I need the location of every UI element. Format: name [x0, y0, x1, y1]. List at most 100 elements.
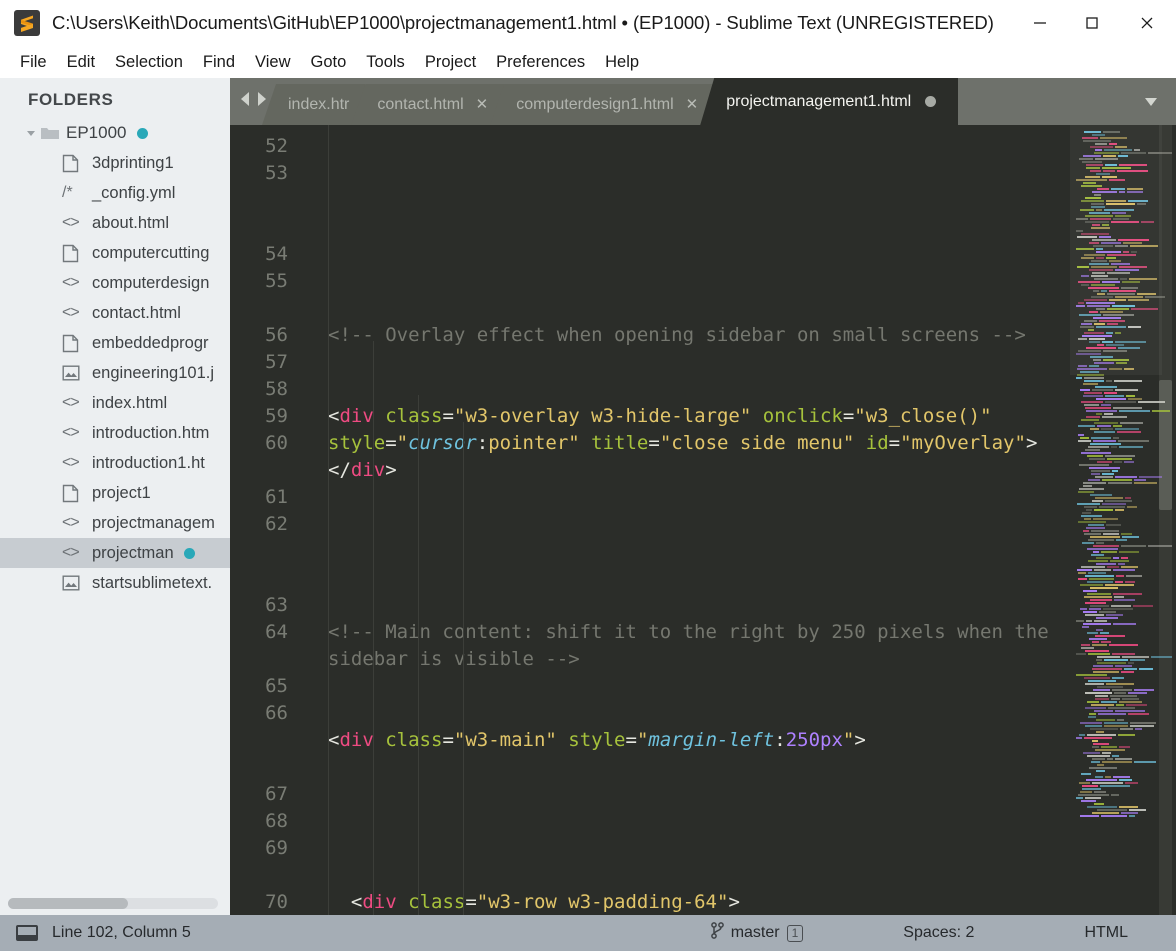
minimap-line [1076, 236, 1172, 238]
sidebar-file-item[interactable]: <> introduction.htm [0, 418, 230, 448]
sidebar-file-item[interactable]: engineering101.j [0, 358, 230, 388]
menu-file[interactable]: File [10, 51, 57, 74]
minimap-line [1076, 497, 1172, 499]
minimap-line [1076, 809, 1172, 811]
sidebar-file-label: about.html [92, 213, 170, 232]
sidebar-file-item[interactable]: <> about.html [0, 208, 230, 238]
menu-find[interactable]: Find [193, 51, 245, 74]
sidebar-file-item[interactable]: embeddedprogr [0, 328, 230, 358]
minimap-line [1076, 722, 1172, 724]
sidebar-file-item[interactable]: <> introduction1.ht [0, 448, 230, 478]
image-icon [62, 575, 90, 591]
minimap-line [1076, 194, 1172, 196]
minimap-line [1076, 221, 1172, 223]
tab-prev-icon[interactable] [238, 90, 252, 113]
sidebar-folder-ep1000[interactable]: EP1000 [0, 118, 230, 148]
syntax-mode[interactable]: HTML [1084, 924, 1128, 942]
tab-close-icon[interactable]: ✕ [476, 97, 489, 112]
console-icon[interactable] [16, 925, 38, 941]
minimap-line [1076, 473, 1172, 475]
status-right-group: master 1 Spaces: 2 HTML [710, 915, 1176, 951]
editor-tab[interactable]: projectmanagement1.html [700, 78, 959, 125]
minimap-line [1076, 611, 1172, 613]
editor-area: 52 53 54 55 56 57 58 59 60 61 62 63 64 65 66 67 68 69 70 <… [230, 125, 1176, 915]
menu-goto[interactable]: Goto [301, 51, 357, 74]
minimap-line [1076, 485, 1172, 487]
tab-overflow-menu[interactable] [1126, 78, 1176, 125]
minimap-line [1076, 734, 1172, 736]
sidebar-file-label: introduction1.ht [92, 453, 205, 472]
sidebar-file-item[interactable]: project1 [0, 478, 230, 508]
minimap-line [1076, 773, 1172, 775]
code-line-58: <div class="w3-row w3-padding-64"> [350, 891, 740, 913]
code-content[interactable]: <!-- Overlay effect when opening sidebar… [300, 125, 1070, 915]
sidebar: FOLDERS EP1000 3dprinting1 /* _config.yml <… [0, 78, 230, 915]
editor-tab[interactable]: computerdesign1.html ✕ [490, 84, 715, 125]
minimap-line [1076, 212, 1172, 214]
editor-tab[interactable]: contact.html ✕ [351, 84, 505, 125]
line-number: 64 [265, 621, 288, 643]
indent-setting[interactable]: Spaces: 2 [903, 924, 974, 942]
minimap-line [1076, 455, 1172, 457]
menu-help[interactable]: Help [595, 51, 649, 74]
minimap-line [1076, 758, 1172, 760]
tab-next-icon[interactable] [255, 90, 269, 113]
code-icon: <> [62, 454, 80, 471]
minimap-line [1076, 602, 1172, 604]
tabs-strip: index.htr contact.html ✕ computerdesign1.ht… [262, 78, 1126, 125]
sidebar-file-item[interactable]: <> index.html [0, 388, 230, 418]
minimap-line [1076, 644, 1172, 646]
minimize-button[interactable] [1014, 0, 1066, 46]
minimap-line [1076, 398, 1172, 400]
sidebar-file-item[interactable]: <> projectmanagem [0, 508, 230, 538]
menu-tools[interactable]: Tools [356, 51, 415, 74]
line-number: 55 [265, 270, 288, 292]
menu-preferences[interactable]: Preferences [486, 51, 595, 74]
minimap-line [1076, 410, 1172, 412]
sidebar-file-item[interactable]: startsublimetext. [0, 568, 230, 598]
maximize-button[interactable] [1066, 0, 1118, 46]
minimap-line [1076, 614, 1172, 616]
git-branch-icon [710, 922, 724, 944]
minimap-line [1076, 338, 1172, 340]
sidebar-file-item[interactable]: computercutting [0, 238, 230, 268]
chevron-down-icon[interactable] [22, 127, 40, 139]
minimap-line [1076, 344, 1172, 346]
sidebar-file-item[interactable]: <> contact.html [0, 298, 230, 328]
editor-vertical-scrollbar[interactable] [1159, 125, 1172, 915]
minimap-line [1076, 503, 1172, 505]
minimap-line [1076, 152, 1172, 154]
minimap-line [1076, 512, 1172, 514]
minimap-line [1076, 401, 1172, 403]
sidebar-folder-label: EP1000 [66, 123, 127, 142]
sidebar-file-item[interactable]: <> computerdesign [0, 268, 230, 298]
minimap-line [1076, 467, 1172, 469]
minimap-line [1076, 140, 1172, 142]
minimap-line [1076, 332, 1172, 334]
sidebar-file-label: embeddedprogr [92, 333, 209, 352]
sidebar-scroll-thumb[interactable] [8, 898, 128, 909]
scrollbar-thumb[interactable] [1159, 380, 1172, 510]
code-minimap[interactable] [1070, 125, 1176, 915]
git-branch-status[interactable]: master 1 [710, 922, 804, 944]
minimap-line [1076, 788, 1172, 790]
close-button[interactable] [1118, 0, 1176, 46]
minimap-line [1076, 311, 1172, 313]
minimap-line [1076, 452, 1172, 454]
minimap-line [1076, 572, 1172, 574]
minimap-line [1076, 290, 1172, 292]
menu-edit[interactable]: Edit [57, 51, 105, 74]
menu-selection[interactable]: Selection [105, 51, 193, 74]
sidebar-file-item[interactable]: <> projectman [0, 538, 230, 568]
sidebar-file-item[interactable]: 3dprinting1 [0, 148, 230, 178]
minimap-line [1076, 257, 1172, 259]
sidebar-horizontal-scrollbar[interactable] [8, 898, 218, 909]
page-icon [62, 334, 90, 353]
menu-project[interactable]: Project [415, 51, 486, 74]
editor-tab[interactable]: index.htr [262, 84, 366, 125]
minimap-line [1076, 479, 1172, 481]
sidebar-file-item[interactable]: /* _config.yml [0, 178, 230, 208]
menu-view[interactable]: View [245, 51, 300, 74]
tab-close-icon[interactable]: ✕ [686, 97, 699, 112]
sublime-text-icon [14, 10, 40, 36]
